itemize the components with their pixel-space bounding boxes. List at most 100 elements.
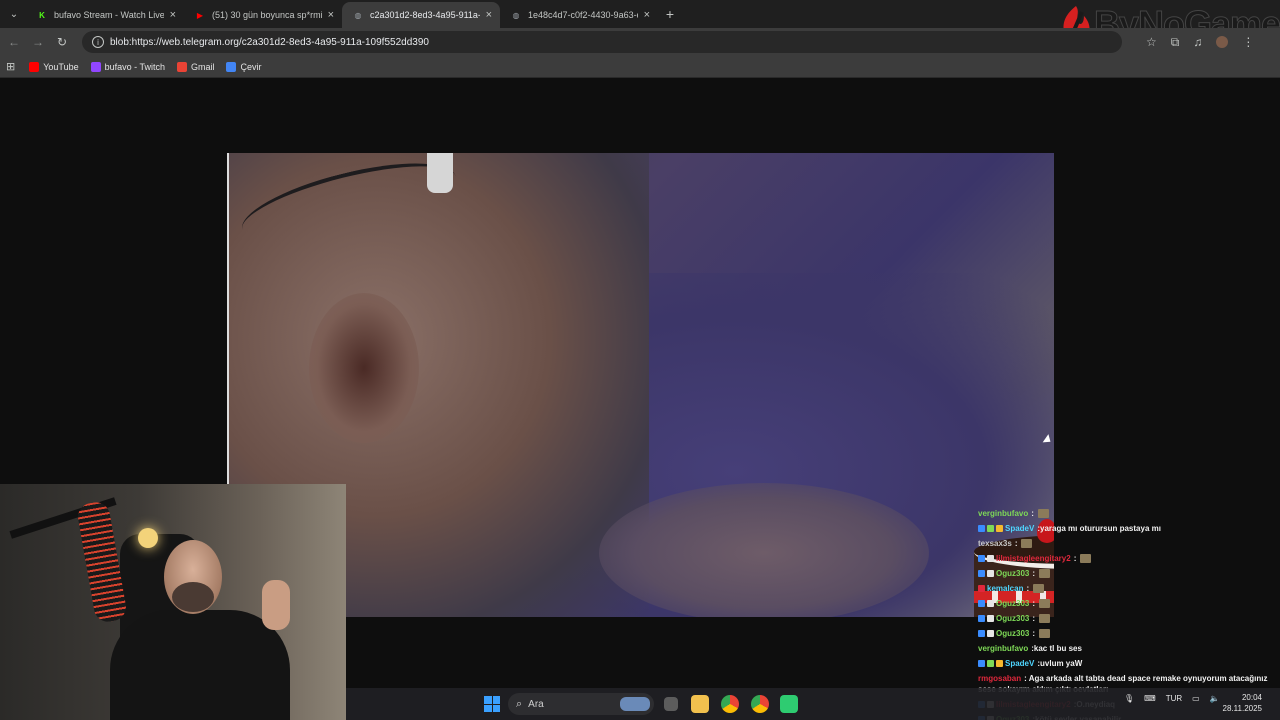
bookmark-item[interactable]: Çevir xyxy=(226,61,262,72)
chat-badge-icon xyxy=(978,525,985,532)
mic-tray-icon[interactable]: 🎙 xyxy=(1124,694,1134,703)
chrome-icon[interactable] xyxy=(721,695,739,713)
new-tab-button[interactable]: + xyxy=(658,6,682,22)
chat-badge-icon xyxy=(987,615,994,622)
chat-text: kac tl bu ses xyxy=(1033,644,1082,653)
streaming-app-icon[interactable] xyxy=(780,695,798,713)
bookmarks-bar: ⊞ YouTube bufavo - Twitch Gmail Çevir xyxy=(0,56,1280,78)
chat-badge-icon xyxy=(978,570,985,577)
chat-emote-icon xyxy=(1037,509,1049,518)
chat-message: lilmistagleengitary2: xyxy=(978,551,1280,566)
chat-badge-icon xyxy=(978,615,985,622)
chat-username[interactable]: kemalcan xyxy=(987,581,1023,596)
chat-emote-icon xyxy=(1039,599,1051,608)
apps-grid-icon[interactable]: ⊞ xyxy=(6,60,15,73)
tab-search-chevron-icon[interactable]: ⌄ xyxy=(2,3,26,25)
translate-icon xyxy=(226,61,237,72)
streamer-beard xyxy=(172,582,214,612)
chat-badge-icon xyxy=(987,555,994,562)
chat-separator: : xyxy=(1032,629,1036,638)
chat-emote-icon xyxy=(1033,584,1045,593)
gmail-icon xyxy=(176,61,187,72)
chat-message: Oguz303: xyxy=(978,596,1280,611)
bookmarks-list: YouTube bufavo - Twitch Gmail Çevir xyxy=(29,61,273,72)
windows-start-icon[interactable] xyxy=(484,696,500,712)
bookmark-star-icon[interactable]: ☆ xyxy=(1146,35,1157,49)
profile-avatar[interactable] xyxy=(1216,36,1229,48)
chat-message: SpadeV: uvlum yaW xyxy=(978,656,1280,671)
browser-tab[interactable]: ◍ 1e48c4d7-c0f2-4430-9a63-d54 × xyxy=(500,2,658,28)
chat-username[interactable]: Oguz303 xyxy=(996,611,1029,626)
tab-close-icon[interactable]: × xyxy=(170,9,176,21)
toolbar-actions: ☆ ⧉ ♫ ⋮ xyxy=(1146,35,1254,50)
chat-badge-icon xyxy=(996,525,1003,532)
chat-separator: : xyxy=(1032,599,1036,608)
bookmark-label: YouTube xyxy=(43,61,79,72)
headset xyxy=(427,153,453,193)
chat-badge-icon xyxy=(978,585,985,592)
chat-username[interactable]: Oguz303 xyxy=(996,566,1029,581)
chat-username[interactable]: verginbufavo xyxy=(978,641,1028,656)
file-explorer-icon[interactable] xyxy=(691,695,709,713)
tab-close-icon[interactable]: × xyxy=(644,9,650,21)
keyboard-icon[interactable]: ⌨ xyxy=(1144,694,1156,703)
chat-username[interactable]: rmgosaban xyxy=(978,674,1021,683)
tab-close-icon[interactable]: × xyxy=(486,9,492,21)
chat-badge-icon xyxy=(987,600,994,607)
taskbar-clock[interactable]: 20:04 28.11.2025 xyxy=(1223,692,1262,714)
chat-username[interactable]: SpadeV xyxy=(1005,521,1034,536)
chat-separator: : xyxy=(1026,584,1030,593)
volume-icon[interactable]: 🔈 xyxy=(1210,694,1220,703)
chat-username[interactable]: Oguz303 xyxy=(996,596,1029,611)
bookmark-label: bufavo - Twitch xyxy=(104,61,165,72)
bookmark-label: Çevir xyxy=(240,61,262,72)
tab-title: 1e48c4d7-c0f2-4430-9a63-d54 xyxy=(528,10,638,20)
language-indicator[interactable]: TUR xyxy=(1166,694,1182,703)
reload-icon[interactable]: ↻ xyxy=(50,30,74,54)
hand-region xyxy=(599,483,929,617)
chrome-profile-icon[interactable] xyxy=(751,695,769,713)
youtube-icon xyxy=(29,61,40,72)
chat-separator: : xyxy=(1073,554,1077,563)
browser-tab[interactable]: ▶ (51) 30 gün boyunca sp*rmimi × xyxy=(184,2,342,28)
chat-message: kemalcan: xyxy=(978,581,1280,596)
media-controls-icon[interactable]: ♫ xyxy=(1193,35,1202,49)
chat-username[interactable]: verginbufavo xyxy=(978,506,1028,521)
youtube-icon: ▶ xyxy=(196,10,204,20)
chat-message: Oguz303: xyxy=(978,566,1280,581)
streamer xyxy=(110,540,300,720)
peace-sign-hand xyxy=(262,580,290,630)
chat-username[interactable]: Oguz303 xyxy=(996,626,1029,641)
video-player[interactable] xyxy=(227,153,1054,617)
chat-text: yaraga mı oturursun pastaya mı xyxy=(1040,524,1161,533)
forward-arrow-icon[interactable]: → xyxy=(26,30,50,54)
browser-tab[interactable]: Kbufavo Stream - Watch Live on × xyxy=(26,2,184,28)
tab-title: c2a301d2-8ed3-4a95-911a-10 xyxy=(370,10,480,20)
chat-username[interactable]: SpadeV xyxy=(1005,656,1034,671)
task-view-icon[interactable] xyxy=(664,697,678,711)
chat-message: Oguz303: xyxy=(978,611,1280,626)
chat-message: SpadeV: yaraga mı oturursun pastaya mı xyxy=(978,521,1280,536)
bookmark-item[interactable]: Gmail xyxy=(176,61,214,72)
system-tray: 🎙 ⌨ TUR ▭ 🔈 xyxy=(1124,694,1220,703)
back-arrow-icon[interactable]: ← xyxy=(2,30,26,54)
chat-username[interactable]: lilmistagleengitary2 xyxy=(996,551,1071,566)
address-bar[interactable]: i blob:https://web.telegram.org/c2a301d2… xyxy=(82,31,1122,53)
kick-icon: K xyxy=(39,10,45,20)
browser-tab[interactable]: ◍ c2a301d2-8ed3-4a95-911a-10 × xyxy=(342,2,500,28)
chat-username[interactable]: texsax3s xyxy=(978,536,1012,551)
globe-icon: ◍ xyxy=(512,10,520,20)
bookmark-item[interactable]: YouTube xyxy=(29,61,79,72)
taskbar-search[interactable]: ⌕ Ara xyxy=(508,693,654,715)
menu-kebab-icon[interactable]: ⋮ xyxy=(1242,35,1254,49)
tab-close-icon[interactable]: × xyxy=(328,9,334,21)
clock-time: 20:04 xyxy=(1241,693,1262,702)
chat-message: verginbufavo: kac tl bu ses xyxy=(978,641,1280,656)
chat-message: Oguz303: xyxy=(978,626,1280,641)
network-icon[interactable]: ▭ xyxy=(1192,694,1200,703)
extensions-icon[interactable]: ⧉ xyxy=(1171,35,1180,50)
site-info-icon[interactable]: i xyxy=(92,36,104,48)
chat-separator: : xyxy=(1014,539,1018,548)
chat-badge-icon xyxy=(987,630,994,637)
bookmark-item[interactable]: bufavo - Twitch xyxy=(90,61,165,72)
